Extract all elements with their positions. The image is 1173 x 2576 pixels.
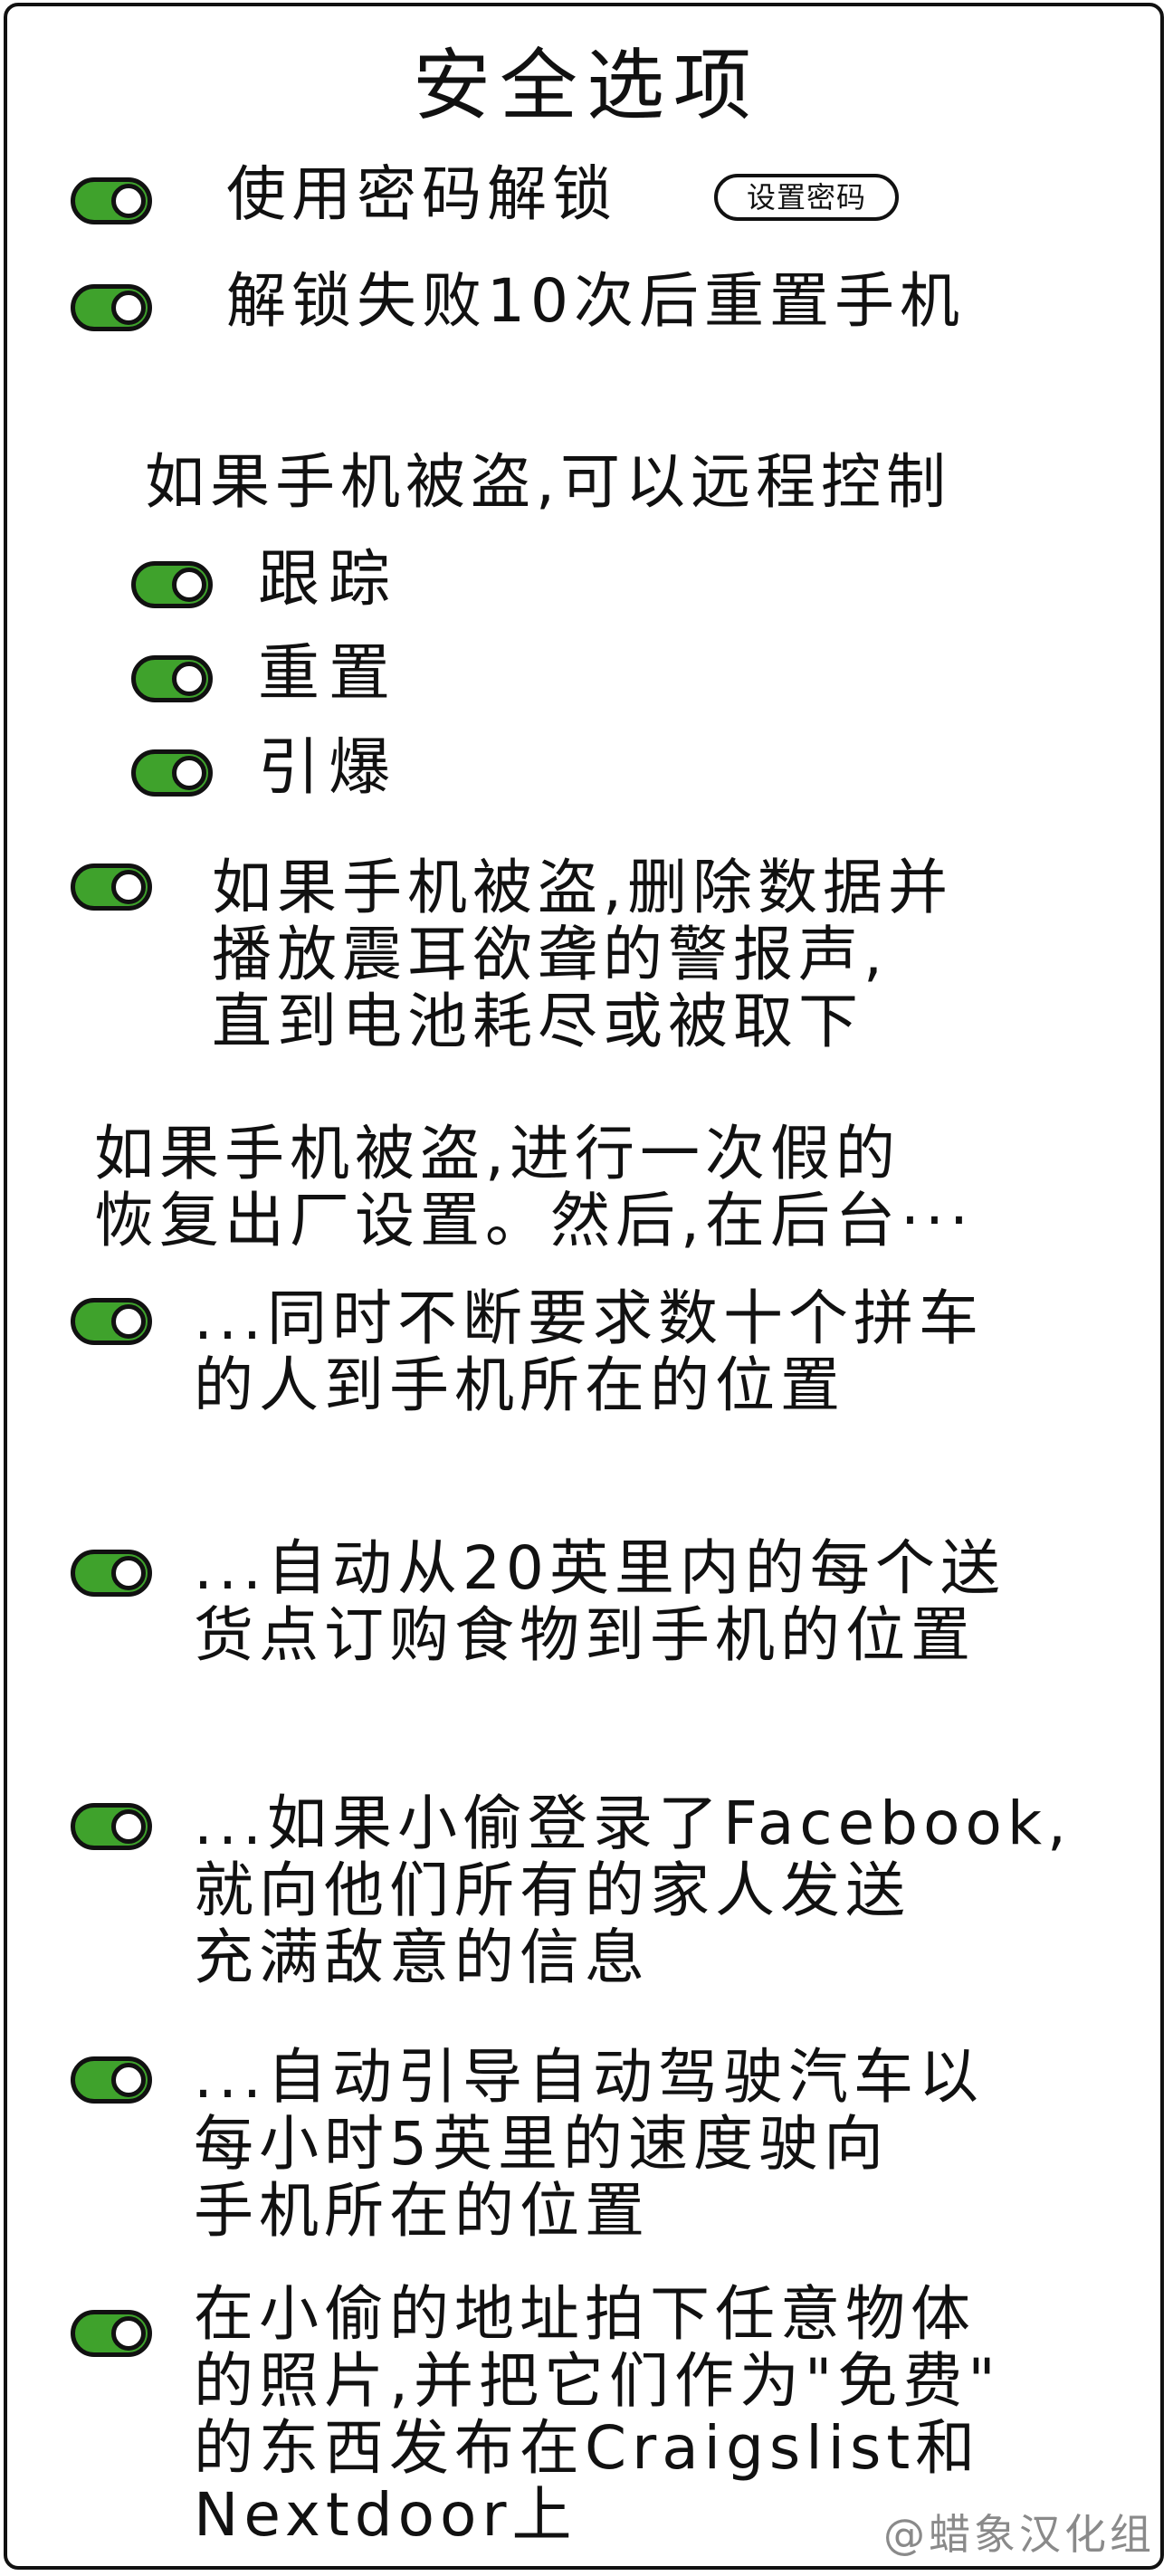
fake-reset-heading: 如果手机被盗,进行一次假的 恢复出厂设置。然后,在后台··· [94,1119,974,1255]
rideshare-label: ...同时不断要求数十个拼车 的人到手机所在的位置 [194,1283,984,1420]
rideshare-toggle[interactable] [71,1298,152,1345]
track-label: 跟踪 [258,544,400,615]
craigslist-post-label: 在小偷的地址拍下任意物体 的照片,并把它们作为"免费" 的东西发布在Craigs… [194,2279,1001,2550]
toggle-knob [111,870,146,904]
self-driving-car-label: ...自动引导自动驾驶汽车以 每小时5英里的速度驶向 手机所在的位置 [194,2042,984,2246]
reset-after-fails-toggle[interactable] [71,284,152,331]
detonate-label: 引爆 [258,732,400,804]
toggle-knob [111,1809,146,1844]
toggle-knob [172,568,206,602]
reset-after-fails-label: 解锁失败10次后重置手机 [226,266,965,336]
remote-control-heading: 如果手机被盗,可以远程控制 [145,447,951,517]
facebook-message-toggle[interactable] [71,1803,152,1850]
toggle-knob [111,184,146,218]
track-toggle[interactable] [131,561,213,608]
password-unlock-label: 使用密码解锁 [226,159,617,229]
craigslist-post-toggle[interactable] [71,2310,152,2357]
remote-reset-label: 重置 [258,638,400,710]
alarm-wipe-toggle[interactable] [71,863,152,911]
password-unlock-toggle[interactable] [71,177,152,224]
toggle-knob [172,662,206,696]
set-password-button[interactable]: 设置密码 [714,174,899,221]
toggle-knob [111,1556,146,1590]
toggle-knob [172,756,206,790]
page-title: 安全选项 [413,41,760,131]
toggle-knob [111,1304,146,1339]
detonate-toggle[interactable] [131,749,213,797]
food-order-toggle[interactable] [71,1550,152,1597]
alarm-wipe-label: 如果手机被盗,删除数据并 播放震耳欲聋的警报声, 直到电池耗尽或被取下 [212,853,953,1056]
translator-credit: @蜡象汉化组 [883,2510,1155,2559]
food-order-label: ...自动从20英里内的每个送 货点订购食物到手机的位置 [194,1533,1006,1670]
remote-reset-toggle[interactable] [131,655,213,702]
toggle-knob [111,291,146,325]
facebook-message-label: ...如果小偷登录了Facebook, 就向他们所有的家人发送 充满敌意的信息 [194,1789,1073,1992]
self-driving-car-toggle[interactable] [71,2056,152,2104]
toggle-knob [111,2316,146,2351]
toggle-knob [111,2063,146,2097]
